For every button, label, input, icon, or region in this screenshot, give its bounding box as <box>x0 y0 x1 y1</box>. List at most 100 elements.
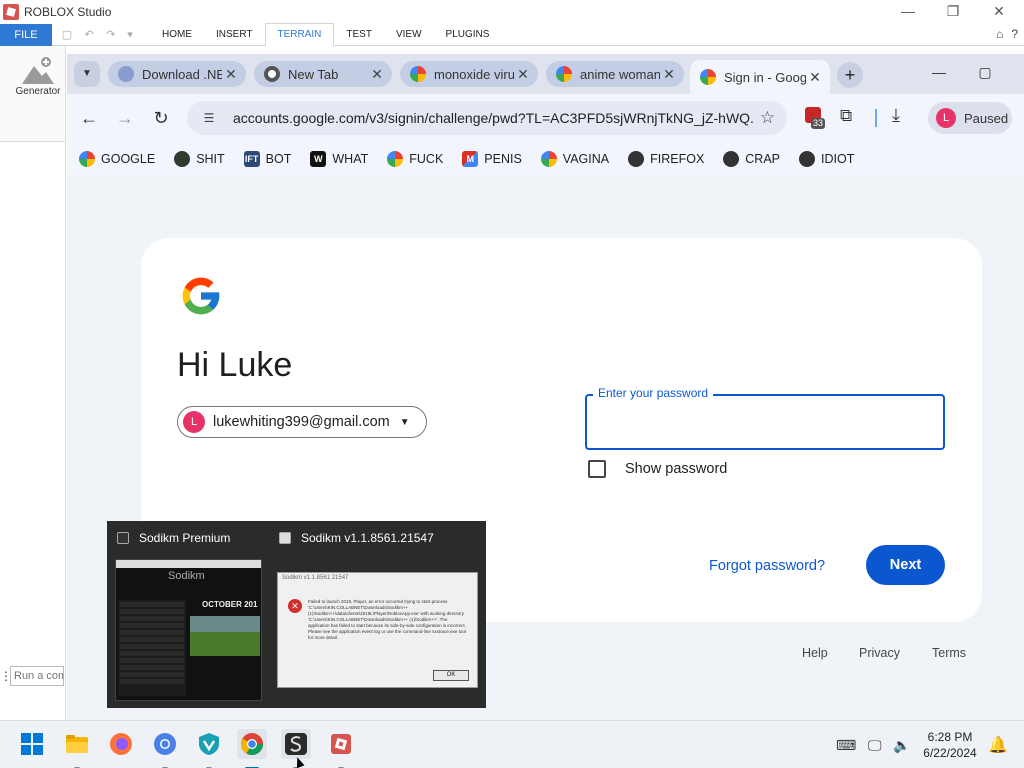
bookmark-item[interactable]: CRAP <box>723 151 780 167</box>
address-bar[interactable]: ☰ accounts.google.com/v3/signin/challeng… <box>187 101 787 135</box>
avatar: L <box>936 108 956 128</box>
bookmark-item[interactable]: VAGINA <box>540 151 610 167</box>
url-text[interactable]: accounts.google.com/v3/signin/challenge/… <box>233 110 753 126</box>
tab-close-icon[interactable]: ✕ <box>222 66 240 83</box>
taskbar-roblox-studio[interactable] <box>326 729 356 768</box>
quick-access-dropdown-icon[interactable]: ▾ <box>126 28 134 42</box>
bookmark-item[interactable]: GOOGLE <box>79 151 155 167</box>
volume-muted-icon[interactable]: 🔈 <box>893 737 910 754</box>
reload-icon[interactable]: ↻ <box>149 106 173 130</box>
bookmark-star-icon[interactable]: ☆ <box>760 108 775 128</box>
command-input[interactable]: Run a command <box>10 666 64 686</box>
greeting-heading: Hi Luke <box>177 346 293 384</box>
bookmark-item[interactable]: FIREFOX <box>628 151 704 167</box>
new-file-icon[interactable]: ▢ <box>60 28 74 42</box>
privacy-link[interactable]: Privacy <box>859 646 900 660</box>
help-link[interactable]: Help <box>802 646 828 660</box>
browser-toolbar: ← → ↻ ☰ accounts.google.com/v3/signin/ch… <box>67 94 1024 142</box>
globe-icon <box>799 151 816 167</box>
thumbnail-banner: OCTOBER 201 <box>202 600 258 609</box>
keyboard-icon[interactable]: ⌨ <box>836 737 856 754</box>
download-icon[interactable]: ⤓ <box>892 105 900 126</box>
terrain-generator-icon <box>22 57 54 84</box>
undo-icon[interactable]: ↶ <box>82 28 96 42</box>
file-explorer-icon <box>66 735 88 753</box>
tab-close-icon[interactable]: ✕ <box>514 66 532 83</box>
google-icon <box>79 151 95 167</box>
forward-arrow-icon[interactable]: → <box>113 106 137 130</box>
preview-thumbnail-error-dialog[interactable]: Sodikm v1.1.8561.21547 ✕ Failed to launc… <box>277 572 478 688</box>
preview-window-header[interactable]: Sodikm Premium <box>117 531 230 545</box>
close-icon[interactable]: ✕ <box>988 2 1010 20</box>
bookmark-item[interactable]: SHIT <box>174 151 225 167</box>
minimize-icon[interactable]: — <box>897 2 919 20</box>
ok-button[interactable]: OK <box>433 670 469 681</box>
tab-plugins[interactable]: PLUGINS <box>434 24 502 46</box>
bookmark-label: VAGINA <box>562 152 610 166</box>
forgot-password-link[interactable]: Forgot password? <box>709 558 825 574</box>
tab-test[interactable]: TEST <box>334 24 384 46</box>
bookmark-label: IDIOT <box>821 152 855 166</box>
tab-view[interactable]: VIEW <box>384 24 434 46</box>
browser-tab[interactable]: New Tab ✕ <box>254 61 392 87</box>
google-logo-icon <box>182 277 220 315</box>
tab-strip: ▼ Download .NET ✕ New Tab ✕ monoxide vir… <box>67 54 1024 94</box>
bookmark-item[interactable]: FUCK <box>387 151 443 167</box>
tab-terrain[interactable]: TERRAIN <box>264 23 335 46</box>
profile-button[interactable]: L Paused <box>928 102 1012 134</box>
clock-time[interactable]: 6:28 PM <box>920 730 980 744</box>
tab-close-icon[interactable]: ✕ <box>660 66 678 83</box>
tab-close-icon[interactable]: ✕ <box>806 69 824 86</box>
bookmark-item[interactable]: IFT BOT <box>243 151 291 167</box>
notification-bell-icon[interactable]: 🔔 <box>988 735 1008 755</box>
back-arrow-icon[interactable]: ← <box>77 106 101 130</box>
bookmark-label: GOOGLE <box>101 152 156 166</box>
browser-tab[interactable]: anime woman ✕ <box>546 61 684 87</box>
tab-insert[interactable]: INSERT <box>204 24 265 46</box>
terms-link[interactable]: Terms <box>932 646 966 660</box>
bookmark-label: FIREFOX <box>650 152 705 166</box>
clock-date[interactable]: 6/22/2024 <box>920 746 980 760</box>
tab-search-chevron-icon[interactable]: ▼ <box>74 61 100 87</box>
tab-close-icon[interactable]: ✕ <box>368 66 386 83</box>
password-field[interactable] <box>585 394 945 450</box>
preview-window-title: Sodikm v1.1.8561.21547 <box>301 531 434 545</box>
show-password-label[interactable]: Show password <box>625 461 727 477</box>
browser-tab-active[interactable]: Sign in - Google ✕ <box>690 60 830 94</box>
file-menu-button[interactable]: FILE <box>0 23 52 46</box>
taskbar-file-explorer[interactable] <box>62 729 92 768</box>
collapse-ribbon-icon[interactable]: ⌂ <box>996 27 1003 41</box>
bookmark-item[interactable]: M PENIS <box>462 151 522 167</box>
browser-tab[interactable]: Download .NET ✕ <box>108 61 246 87</box>
preview-window-header[interactable]: Sodikm v1.1.8561.21547 <box>279 531 434 545</box>
chrome-minimize-icon[interactable]: — <box>929 64 949 80</box>
taskbar-chromium[interactable] <box>150 729 180 768</box>
password-input[interactable] <box>593 406 933 438</box>
sodikm-icon <box>117 532 129 544</box>
next-button[interactable]: Next <box>866 545 945 585</box>
network-icon[interactable]: 🖵 <box>868 737 882 754</box>
taskbar-firefox[interactable] <box>106 729 136 759</box>
new-tab-button[interactable]: + <box>837 62 863 88</box>
extension-button[interactable]: 33 <box>805 107 826 129</box>
tab-home[interactable]: HOME <box>150 24 204 46</box>
taskbar-vpn[interactable] <box>194 729 224 768</box>
chrome-maximize-icon[interactable]: ▢ <box>975 64 995 81</box>
bookmark-item[interactable]: IDIOT <box>799 151 854 167</box>
extensions-puzzle-icon[interactable]: ⧉ <box>840 106 852 126</box>
bookmark-item[interactable]: W WHAT <box>310 151 368 167</box>
browser-tab[interactable]: monoxide virus ✕ <box>400 61 538 87</box>
help-icon[interactable]: ? <box>1011 27 1018 41</box>
start-button[interactable] <box>17 729 47 759</box>
command-bar-grip-icon[interactable]: ⋮ <box>0 669 12 683</box>
account-chooser-button[interactable]: L lukewhiting399@gmail.com ▼ <box>177 406 427 438</box>
terrain-generator-tool[interactable]: Generator <box>0 46 66 142</box>
redo-icon[interactable]: ↷ <box>104 28 118 42</box>
taskbar-sodikm[interactable] <box>281 729 311 768</box>
preview-thumbnail-launcher[interactable]: Sodikm OCTOBER 201 <box>115 559 262 701</box>
taskbar-chrome[interactable] <box>237 729 267 768</box>
windows-taskbar: ⌨ 🖵 🔈 6:28 PM 6/22/2024 🔔 <box>0 720 1024 768</box>
restore-icon[interactable]: ❐ <box>942 2 964 20</box>
site-info-icon[interactable]: ☰ <box>199 111 219 125</box>
show-password-checkbox[interactable] <box>588 460 606 478</box>
